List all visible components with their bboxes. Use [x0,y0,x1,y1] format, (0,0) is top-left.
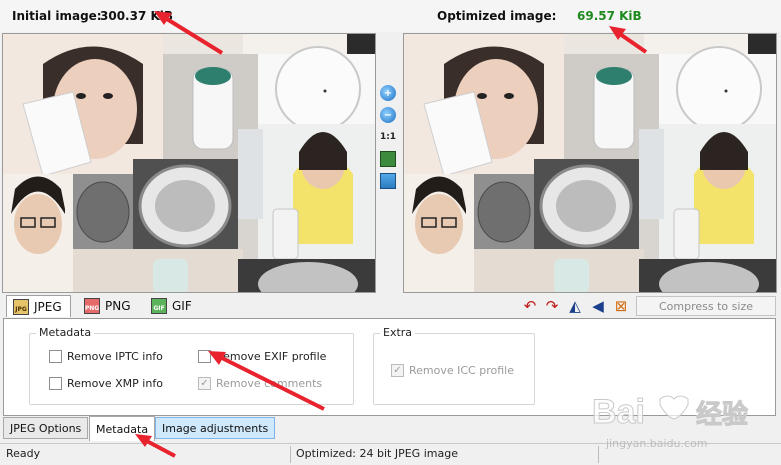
collage-image [3,34,375,292]
tab-gif[interactable]: GIF GIF [145,295,200,317]
fit-image-icon[interactable] [380,151,396,167]
compress-to-size-button[interactable]: Compress to size [636,296,776,316]
collage-image-optimized [404,34,776,292]
watermark-url: jingyan.baidu.com [605,437,708,450]
status-divider [290,446,291,463]
extra-group: Extra ✓ Remove ICC profile [373,326,535,405]
undo-icon[interactable]: ↶ [522,298,538,314]
remove-icc-label: Remove ICC profile [409,364,514,377]
remove-exif-label: Remove EXIF profile [216,350,327,363]
tab-png[interactable]: PNG PNG [78,295,139,317]
tab-jpeg-options[interactable]: JPEG Options [3,417,89,439]
remove-icc-checkbox[interactable]: ✓ Remove ICC profile [391,364,514,377]
baidu-logo: Bai 经验 jingyan.baidu.com [592,393,749,451]
tab-png-label: PNG [105,299,131,313]
initial-image-size: 300.37 KiB [100,9,174,23]
flip-horizontal-icon[interactable]: ◭ [567,298,583,314]
baidu-watermark: Bai 经验 jingyan.baidu.com [582,383,781,465]
gif-file-icon: GIF [151,298,167,314]
zoom-out-icon[interactable]: − [380,107,396,123]
remove-iptc-label: Remove IPTC info [67,350,163,363]
remove-comments-label: Remove comments [216,377,323,390]
remove-xmp-label: Remove XMP info [67,377,163,390]
redo-icon[interactable]: ↷ [544,298,560,314]
checkbox-box-checked[interactable]: ✓ [198,377,211,390]
zoom-in-icon[interactable]: + [380,85,396,101]
tab-jpeg[interactable]: JPG JPEG [6,295,71,317]
optimized-image-size: 69.57 KiB [577,9,642,23]
metadata-group-title: Metadata [36,326,95,339]
checkbox-box-checked[interactable]: ✓ [391,364,404,377]
status-optimized-info: Optimized: 24 bit JPEG image [296,447,458,460]
watermark-brand-cn: 经验 [696,399,748,430]
viewer-toolbar: + − 1:1 [377,33,401,293]
optimized-image-preview[interactable] [403,33,777,293]
initial-image-label: Initial image: [12,9,102,23]
extra-group-title: Extra [380,326,416,339]
compare-icon[interactable] [380,173,396,189]
remove-iptc-checkbox[interactable]: Remove IPTC info [49,350,163,363]
tab-gif-label: GIF [172,299,192,313]
remove-comments-checkbox[interactable]: ✓ Remove comments [198,377,322,390]
metadata-group: Metadata Remove IPTC info Remove EXIF pr… [29,326,354,405]
size-header: Initial image: 300.37 KiB Optimized imag… [0,0,781,32]
optimized-image-label: Optimized image: [437,9,557,23]
crop-icon[interactable]: ⊠ [613,298,629,314]
tab-jpeg-label: JPEG [34,299,62,314]
tab-image-adjustments[interactable]: Image adjustments [155,417,276,439]
jpeg-file-icon: JPG [13,298,29,315]
flip-vertical-icon[interactable]: ◀ [590,298,606,314]
tab-metadata[interactable]: Metadata [89,416,156,441]
status-ready: Ready [6,447,41,460]
remove-exif-checkbox[interactable]: Remove EXIF profile [198,350,326,363]
checkbox-box[interactable] [49,377,62,390]
png-file-icon: PNG [84,298,100,314]
checkbox-box[interactable] [198,350,211,363]
checkbox-box[interactable] [49,350,62,363]
watermark-brand: Bai [592,393,645,431]
actual-size-button[interactable]: 1:1 [380,129,396,145]
initial-image-preview[interactable] [2,33,376,293]
remove-xmp-checkbox[interactable]: Remove XMP info [49,377,163,390]
